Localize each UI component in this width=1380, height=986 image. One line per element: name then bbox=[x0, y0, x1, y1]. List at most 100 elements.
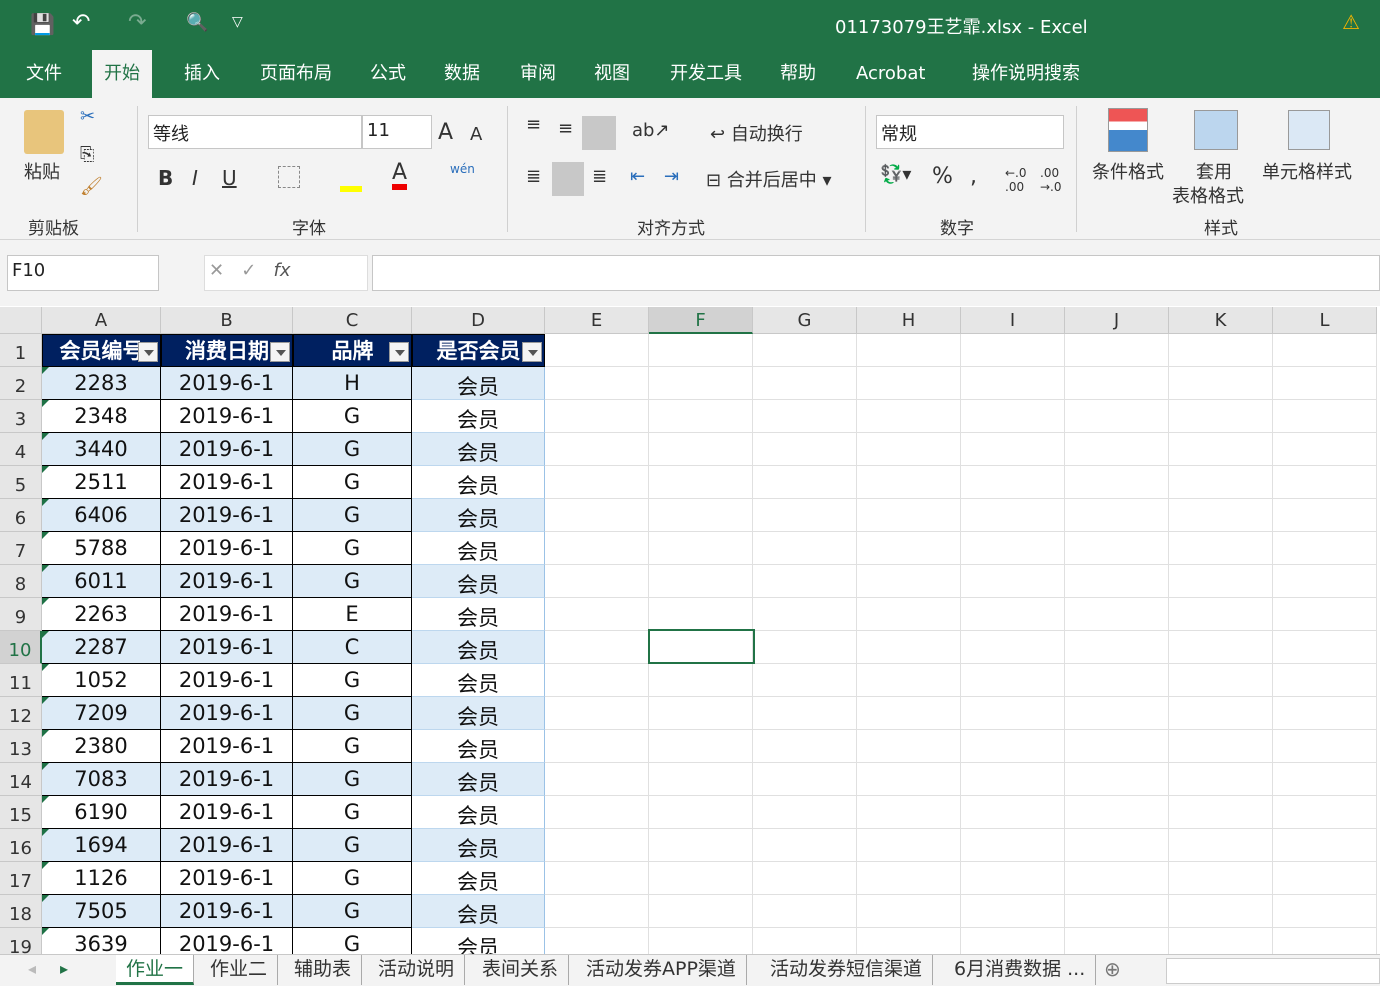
empty-cell[interactable] bbox=[1273, 532, 1377, 565]
empty-cell[interactable] bbox=[545, 466, 649, 499]
data-cell[interactable]: G bbox=[293, 763, 412, 796]
data-cell[interactable]: 2019-6-1 bbox=[161, 400, 293, 433]
tab-2[interactable]: 插入 bbox=[172, 50, 232, 98]
empty-cell[interactable] bbox=[1065, 829, 1169, 862]
data-cell[interactable]: G bbox=[293, 829, 412, 862]
empty-cell[interactable] bbox=[1273, 565, 1377, 598]
fill-color-icon[interactable] bbox=[340, 186, 362, 192]
scroll-sheets-left-icon[interactable]: ◂ bbox=[28, 959, 36, 978]
copy-icon[interactable]: ⎘ bbox=[80, 144, 94, 165]
font-size-select[interactable]: 11 bbox=[362, 115, 432, 149]
empty-cell[interactable] bbox=[1169, 631, 1273, 664]
data-cell[interactable]: G bbox=[293, 862, 412, 895]
empty-cell[interactable] bbox=[753, 664, 857, 697]
empty-cell[interactable] bbox=[1065, 664, 1169, 697]
empty-cell[interactable] bbox=[857, 499, 961, 532]
percent-icon[interactable]: % bbox=[932, 164, 953, 189]
data-cell[interactable]: 5788 bbox=[42, 532, 161, 565]
decrease-font-icon[interactable]: A bbox=[470, 124, 482, 145]
row-header-16[interactable]: 16 bbox=[0, 829, 42, 862]
empty-cell[interactable] bbox=[1273, 895, 1377, 928]
empty-cell[interactable] bbox=[1169, 400, 1273, 433]
data-cell[interactable]: 2511 bbox=[42, 466, 161, 499]
data-cell[interactable]: 2019-6-1 bbox=[161, 532, 293, 565]
empty-cell[interactable] bbox=[753, 334, 857, 367]
data-cell[interactable]: 会员 bbox=[412, 895, 545, 928]
empty-cell[interactable] bbox=[1169, 763, 1273, 796]
empty-cell[interactable] bbox=[857, 862, 961, 895]
empty-cell[interactable] bbox=[1169, 433, 1273, 466]
data-cell[interactable]: G bbox=[293, 532, 412, 565]
filter-dropdown-button[interactable] bbox=[389, 342, 409, 362]
column-header-C[interactable]: C bbox=[293, 307, 412, 334]
column-header-A[interactable]: A bbox=[42, 307, 161, 334]
font-color-icon[interactable]: A bbox=[392, 162, 408, 190]
empty-cell[interactable] bbox=[1273, 664, 1377, 697]
cell-styles-icon[interactable] bbox=[1288, 110, 1330, 150]
data-cell[interactable]: 会员 bbox=[412, 367, 545, 400]
row-header-9[interactable]: 9 bbox=[0, 598, 42, 631]
empty-cell[interactable] bbox=[961, 499, 1065, 532]
empty-cell[interactable] bbox=[753, 499, 857, 532]
empty-cell[interactable] bbox=[857, 565, 961, 598]
data-cell[interactable]: 1052 bbox=[42, 664, 161, 697]
empty-cell[interactable] bbox=[753, 631, 857, 664]
data-cell[interactable]: 会员 bbox=[412, 730, 545, 763]
wrap-text-button[interactable]: ↩ 自动换行 bbox=[710, 120, 803, 146]
data-cell[interactable]: 会员 bbox=[412, 829, 545, 862]
data-cell[interactable]: 1694 bbox=[42, 829, 161, 862]
data-cell[interactable]: 2019-6-1 bbox=[161, 466, 293, 499]
data-cell[interactable]: 会员 bbox=[412, 433, 545, 466]
scroll-sheets-right-icon[interactable]: ▸ bbox=[60, 959, 68, 978]
empty-cell[interactable] bbox=[545, 532, 649, 565]
empty-cell[interactable] bbox=[753, 400, 857, 433]
empty-cell[interactable] bbox=[649, 334, 753, 367]
data-cell[interactable]: 会员 bbox=[412, 565, 545, 598]
empty-cell[interactable] bbox=[649, 532, 753, 565]
filter-dropdown-button[interactable] bbox=[522, 342, 542, 362]
data-cell[interactable]: 会员 bbox=[412, 400, 545, 433]
empty-cell[interactable] bbox=[1065, 400, 1169, 433]
data-cell[interactable]: G bbox=[293, 796, 412, 829]
column-header-J[interactable]: J bbox=[1065, 307, 1169, 334]
data-cell[interactable]: 会员 bbox=[412, 499, 545, 532]
column-header-D[interactable]: D bbox=[412, 307, 545, 334]
increase-decimal-icon[interactable]: ←.0.00 bbox=[1005, 166, 1027, 194]
empty-cell[interactable] bbox=[545, 334, 649, 367]
empty-cell[interactable] bbox=[1273, 862, 1377, 895]
format-as-table-icon[interactable] bbox=[1194, 110, 1238, 150]
data-cell[interactable]: 2263 bbox=[42, 598, 161, 631]
column-header-B[interactable]: B bbox=[161, 307, 293, 334]
data-cell[interactable]: 2019-6-1 bbox=[161, 730, 293, 763]
empty-cell[interactable] bbox=[857, 763, 961, 796]
empty-cell[interactable] bbox=[961, 565, 1065, 598]
column-header-G[interactable]: G bbox=[753, 307, 857, 334]
empty-cell[interactable] bbox=[961, 895, 1065, 928]
empty-cell[interactable] bbox=[1169, 532, 1273, 565]
row-header-5[interactable]: 5 bbox=[0, 466, 42, 499]
empty-cell[interactable] bbox=[1169, 598, 1273, 631]
empty-cell[interactable] bbox=[649, 598, 753, 631]
empty-cell[interactable] bbox=[961, 598, 1065, 631]
empty-cell[interactable] bbox=[649, 466, 753, 499]
tab-4[interactable]: 公式 bbox=[358, 50, 418, 98]
empty-cell[interactable] bbox=[961, 433, 1065, 466]
empty-cell[interactable] bbox=[649, 862, 753, 895]
empty-cell[interactable] bbox=[753, 532, 857, 565]
empty-cell[interactable] bbox=[961, 466, 1065, 499]
underline-button[interactable]: U bbox=[222, 166, 237, 190]
conditional-format-icon[interactable] bbox=[1108, 108, 1148, 152]
increase-font-icon[interactable]: A bbox=[438, 120, 453, 145]
empty-cell[interactable] bbox=[545, 895, 649, 928]
empty-cell[interactable] bbox=[961, 796, 1065, 829]
selected-cell-F10[interactable] bbox=[648, 629, 755, 664]
empty-cell[interactable] bbox=[1065, 499, 1169, 532]
empty-cell[interactable] bbox=[649, 730, 753, 763]
empty-cell[interactable] bbox=[1169, 466, 1273, 499]
empty-cell[interactable] bbox=[1065, 565, 1169, 598]
tab-1[interactable]: 开始 bbox=[92, 50, 152, 98]
row-header-14[interactable]: 14 bbox=[0, 763, 42, 796]
empty-cell[interactable] bbox=[545, 499, 649, 532]
italic-button[interactable]: I bbox=[192, 166, 198, 190]
data-cell[interactable]: G bbox=[293, 466, 412, 499]
